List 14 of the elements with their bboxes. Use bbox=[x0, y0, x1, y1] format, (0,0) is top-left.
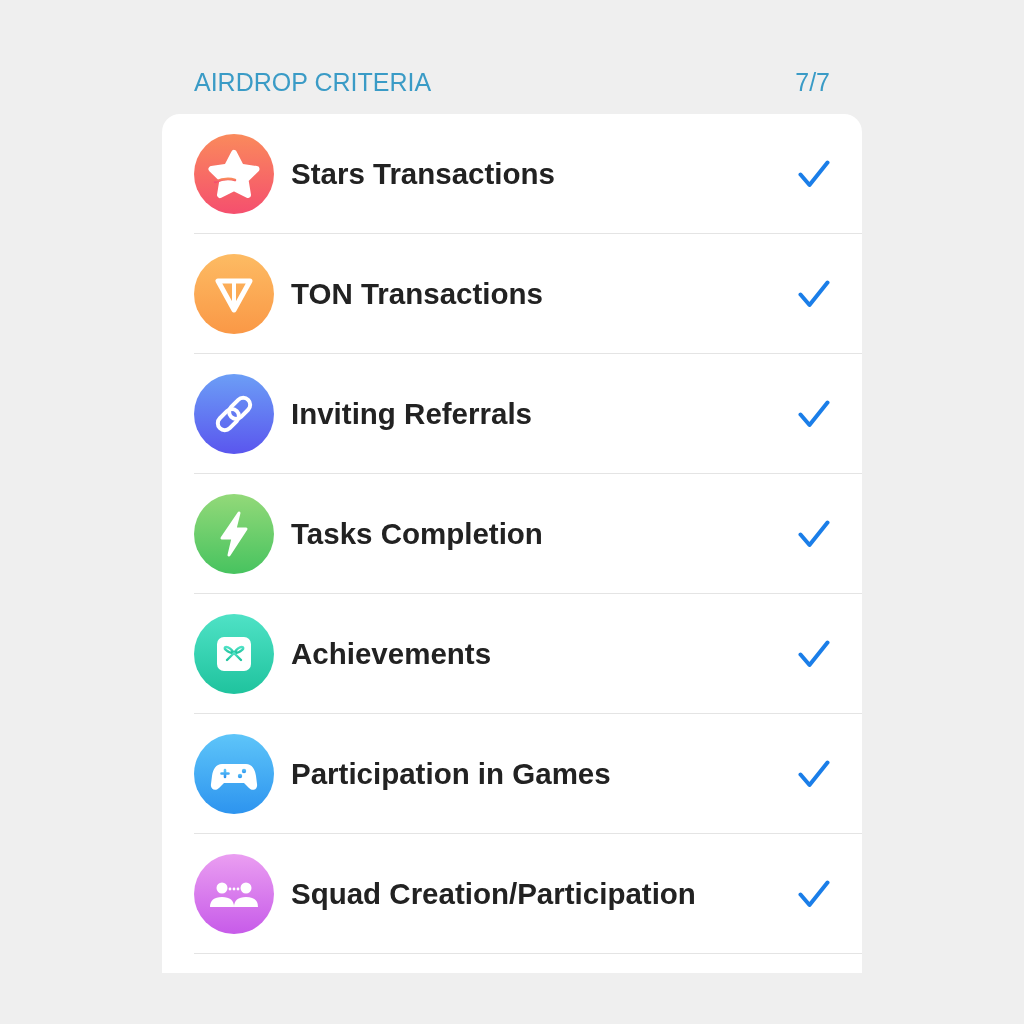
lightning-icon bbox=[194, 493, 274, 574]
section-title: AIRDROP CRITERIA bbox=[194, 67, 432, 98]
criterion-label: TON Transactions bbox=[291, 275, 544, 312]
chain-link-icon bbox=[194, 373, 274, 454]
criterion-label: Achievements bbox=[291, 635, 493, 672]
criterion-label: Participation in Games bbox=[291, 755, 612, 792]
criterion-label: Tasks Completion bbox=[291, 515, 544, 552]
people-icon bbox=[194, 853, 274, 934]
criterion-label: Stars Transactions bbox=[291, 155, 556, 192]
progress-count: 7/7 bbox=[795, 67, 830, 98]
gamepad-icon bbox=[194, 733, 274, 814]
gift-icon bbox=[194, 613, 274, 694]
criterion-label: Inviting Referrals bbox=[291, 395, 533, 432]
criterion-label: Squad Creation/Participation bbox=[291, 875, 697, 912]
